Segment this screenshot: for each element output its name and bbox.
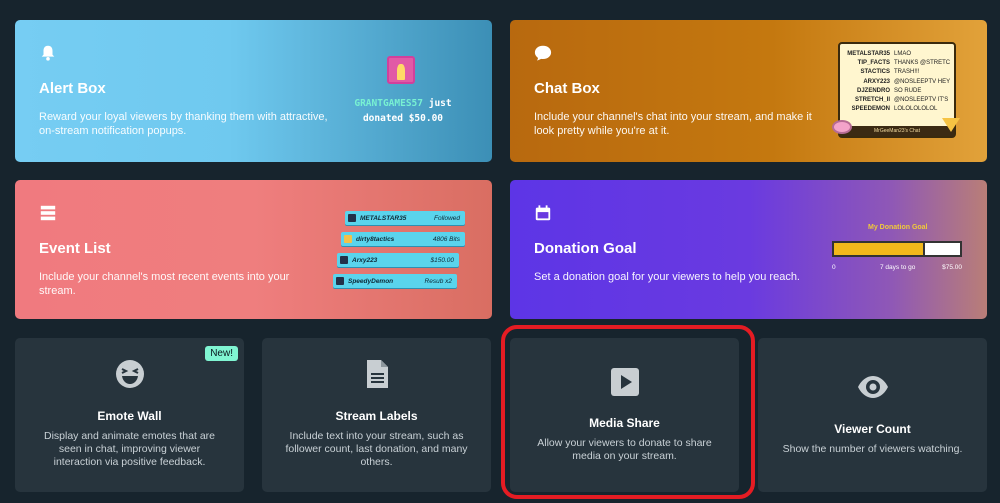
goal-preview-title: My Donation Goal (868, 224, 928, 231)
alert-preview-just: just (428, 98, 452, 109)
emote-wall-description: Display and animate emotes that are seen… (43, 430, 215, 468)
emote-wall-card[interactable]: New! Emote Wall Display and animate emot… (15, 338, 244, 492)
list-icon (40, 205, 56, 221)
pizza-icon (942, 118, 960, 132)
goal-preview-fill (834, 243, 925, 255)
event-preview-row: SpeedyDemon Resub x2 (333, 274, 457, 288)
media-share-description: Allow your viewers to donate to share me… (537, 437, 712, 462)
alert-box-card[interactable]: Alert Box Reward your loyal viewers by t… (15, 20, 492, 162)
new-badge: New! (205, 346, 238, 361)
chat-preview-row: ARXY223 @NOSLEEPTV HEY (863, 78, 950, 85)
goal-preview-target: $75.00 (942, 264, 962, 271)
chat-bubble-icon (534, 45, 552, 61)
alert-preview-user: GRANTGAMES57 (354, 98, 423, 109)
top-strip (0, 0, 1000, 6)
viewer-count-description: Show the number of viewers watching. (782, 443, 963, 455)
alert-preview-avatar (387, 56, 415, 84)
chat-preview-row: METALSTAR35 LMAO (847, 51, 912, 57)
play-icon (610, 368, 639, 396)
eye-icon (857, 376, 888, 398)
donut-icon (832, 120, 852, 134)
media-share-title: Media Share (589, 416, 660, 430)
chat-box-title: Chat Box (534, 80, 600, 97)
donation-goal-title: Donation Goal (534, 240, 637, 257)
calendar-icon (535, 205, 551, 221)
chat-preview-row: TIP_FACTSTHANKS @STRETCH_II (857, 60, 950, 67)
stream-labels-card[interactable]: Stream Labels Include text into your str… (262, 338, 491, 492)
donation-goal-description: Set a donation goal for your viewers to … (534, 271, 800, 283)
event-preview-row: dirty8tactics 4806 Bits (341, 232, 465, 246)
goal-preview-start: 0 (832, 264, 836, 271)
chat-box-card[interactable]: Chat Box Include your channel's chat int… (510, 20, 987, 162)
goal-preview-bar (832, 241, 962, 257)
alert-preview-donated: donated $50.00 (362, 113, 444, 124)
goal-preview-days: 7 days to go (880, 264, 916, 271)
bell-icon (41, 45, 55, 61)
chat-preview-row: SPEEDEMON LOLOLOLOLOL (851, 106, 938, 113)
alert-preview-text: GRANTGAMES57 just donated $50.00 (353, 96, 453, 126)
viewer-count-title: Viewer Count (834, 422, 911, 436)
chat-preview-footer: MrGeeMan23's Chat (840, 126, 954, 136)
document-icon (366, 360, 388, 388)
chat-preview: METALSTAR35LMAO TIP_FACTSTHANKS @STRETCH… (832, 42, 960, 138)
event-list-title: Event List (39, 240, 111, 257)
media-share-card[interactable]: Media Share Allow your viewers to donate… (510, 338, 739, 492)
viewer-count-card[interactable]: Viewer Count Show the number of viewers … (758, 338, 987, 492)
chat-preview-row: STRETCH_II@NOSLEEPTV IT'S ON? (854, 97, 950, 104)
stream-labels-description: Include text into your stream, such as f… (285, 430, 468, 468)
event-preview-row: Arxy223 $150.00 (337, 253, 459, 267)
event-preview-row: METALSTAR35 Followed (345, 211, 465, 225)
alert-box-description: Reward your loyal viewers by thanking th… (39, 111, 328, 137)
donation-goal-card[interactable]: Donation Goal Set a donation goal for yo… (510, 180, 987, 319)
alert-box-title: Alert Box (39, 80, 106, 97)
event-list-description: Include your channel's most recent event… (39, 271, 290, 297)
laughing-face-icon (115, 360, 144, 388)
chat-box-description: Include your channel's chat into your st… (534, 111, 812, 137)
chat-preview-row: STACTICS TRASH!!! (860, 69, 920, 76)
stream-labels-title: Stream Labels (335, 409, 418, 423)
event-list-card[interactable]: Event List Include your channel's most r… (15, 180, 492, 319)
emote-wall-title: Emote Wall (97, 409, 162, 423)
chat-preview-row: DJZENDRO SO RUDE (856, 87, 922, 94)
